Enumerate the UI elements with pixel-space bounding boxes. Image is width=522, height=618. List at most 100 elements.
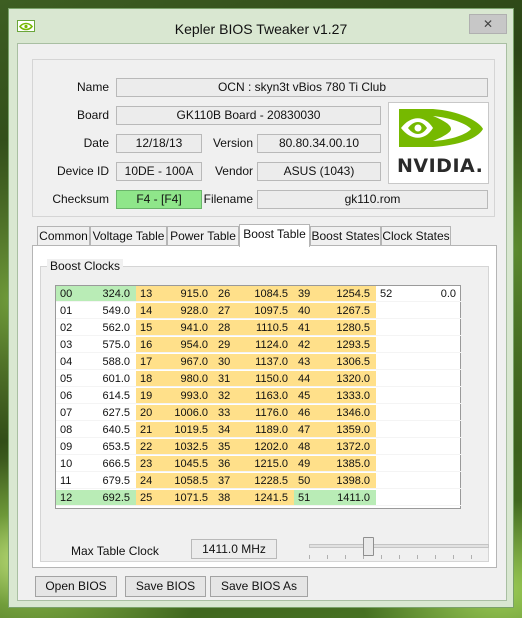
clock-cell[interactable]: 967.0: [162, 354, 214, 370]
clock-cell[interactable]: [406, 439, 462, 455]
clock-cell[interactable]: [406, 303, 462, 319]
clock-cell[interactable]: 562.0: [80, 320, 136, 336]
clock-cell[interactable]: 1411.0: [320, 490, 376, 506]
index-cell[interactable]: 19: [136, 388, 162, 404]
index-cell[interactable]: [376, 473, 406, 489]
clock-cell[interactable]: 1228.5: [240, 473, 294, 489]
clock-cell[interactable]: 1306.5: [320, 354, 376, 370]
index-cell[interactable]: [376, 354, 406, 370]
clock-cell[interactable]: 1359.0: [320, 422, 376, 438]
index-cell[interactable]: [376, 422, 406, 438]
clock-cell[interactable]: [406, 320, 462, 336]
clock-cell[interactable]: 1241.5: [240, 490, 294, 506]
index-cell[interactable]: 51: [294, 490, 320, 506]
clock-cell[interactable]: 1333.0: [320, 388, 376, 404]
clock-cell[interactable]: 1280.5: [320, 320, 376, 336]
clock-cell[interactable]: 692.5: [80, 490, 136, 506]
clock-cell[interactable]: 915.0: [162, 286, 214, 302]
clock-cell[interactable]: [406, 337, 462, 353]
index-cell[interactable]: 08: [56, 422, 80, 438]
clock-cell[interactable]: 1176.0: [240, 405, 294, 421]
index-cell[interactable]: 45: [294, 388, 320, 404]
clock-cell[interactable]: [406, 456, 462, 472]
tab-boost-states[interactable]: Boost States: [310, 226, 381, 246]
clock-cell[interactable]: [406, 388, 462, 404]
index-cell[interactable]: [376, 456, 406, 472]
index-cell[interactable]: 23: [136, 456, 162, 472]
clock-cell[interactable]: 627.5: [80, 405, 136, 421]
clock-cell[interactable]: 1293.5: [320, 337, 376, 353]
index-cell[interactable]: 18: [136, 371, 162, 387]
index-cell[interactable]: [376, 439, 406, 455]
index-cell[interactable]: 01: [56, 303, 80, 319]
index-cell[interactable]: 14: [136, 303, 162, 319]
name-field[interactable]: OCN : skyn3t vBios 780 Ti Club: [116, 78, 488, 97]
index-cell[interactable]: 35: [214, 439, 240, 455]
clock-cell[interactable]: 1398.0: [320, 473, 376, 489]
clock-cell[interactable]: 1150.0: [240, 371, 294, 387]
index-cell[interactable]: 39: [294, 286, 320, 302]
index-cell[interactable]: 38: [214, 490, 240, 506]
index-cell[interactable]: 05: [56, 371, 80, 387]
index-cell[interactable]: 17: [136, 354, 162, 370]
clock-cell[interactable]: 1254.5: [320, 286, 376, 302]
clock-cell[interactable]: 980.0: [162, 371, 214, 387]
clock-cell[interactable]: 1084.5: [240, 286, 294, 302]
index-cell[interactable]: 06: [56, 388, 80, 404]
clock-cell[interactable]: 954.0: [162, 337, 214, 353]
clock-cell[interactable]: 993.0: [162, 388, 214, 404]
index-cell[interactable]: 26: [214, 286, 240, 302]
clock-cell[interactable]: 1215.0: [240, 456, 294, 472]
boost-clocks-grid[interactable]: 00 324.0 13 915.0 26 1084.5 39 1254.5 52 0.0 01 549…: [55, 285, 462, 509]
clock-cell[interactable]: 1385.0: [320, 456, 376, 472]
index-cell[interactable]: 13: [136, 286, 162, 302]
clock-cell[interactable]: 1019.5: [162, 422, 214, 438]
index-cell[interactable]: 15: [136, 320, 162, 336]
index-cell[interactable]: 42: [294, 337, 320, 353]
save-bios-button[interactable]: Save BIOS: [125, 576, 206, 597]
vendor-field[interactable]: ASUS (1043): [257, 162, 381, 181]
index-cell[interactable]: 49: [294, 456, 320, 472]
clock-cell[interactable]: 588.0: [80, 354, 136, 370]
clock-cell[interactable]: [406, 371, 462, 387]
index-cell[interactable]: 33: [214, 405, 240, 421]
index-cell[interactable]: 11: [56, 473, 80, 489]
clock-cell[interactable]: 1267.5: [320, 303, 376, 319]
index-cell[interactable]: 00: [56, 286, 80, 302]
clock-cell[interactable]: 601.0: [80, 371, 136, 387]
index-cell[interactable]: [376, 337, 406, 353]
index-cell[interactable]: 43: [294, 354, 320, 370]
index-cell[interactable]: 10: [56, 456, 80, 472]
index-cell[interactable]: [376, 303, 406, 319]
clock-cell[interactable]: 640.5: [80, 422, 136, 438]
index-cell[interactable]: 29: [214, 337, 240, 353]
checksum-field[interactable]: F4 - [F4]: [116, 190, 202, 209]
index-cell[interactable]: 46: [294, 405, 320, 421]
clock-cell[interactable]: [406, 422, 462, 438]
index-cell[interactable]: 34: [214, 422, 240, 438]
clock-cell[interactable]: 1137.0: [240, 354, 294, 370]
title-bar[interactable]: Kepler BIOS Tweaker v1.27 ✕: [9, 9, 513, 43]
index-cell[interactable]: 20: [136, 405, 162, 421]
clock-cell[interactable]: 575.0: [80, 337, 136, 353]
clock-cell[interactable]: [406, 354, 462, 370]
index-cell[interactable]: 24: [136, 473, 162, 489]
tab-boost-table[interactable]: Boost Table: [239, 224, 310, 247]
tab-common[interactable]: Common: [37, 226, 90, 246]
index-cell[interactable]: 21: [136, 422, 162, 438]
index-cell[interactable]: 37: [214, 473, 240, 489]
index-cell[interactable]: 28: [214, 320, 240, 336]
clock-cell[interactable]: [406, 490, 462, 506]
clock-cell[interactable]: 549.0: [80, 303, 136, 319]
clock-cell[interactable]: 1058.5: [162, 473, 214, 489]
tab-voltage-table[interactable]: Voltage Table: [90, 226, 167, 246]
clock-cell[interactable]: 679.5: [80, 473, 136, 489]
index-cell[interactable]: 36: [214, 456, 240, 472]
index-cell[interactable]: 27: [214, 303, 240, 319]
index-cell[interactable]: 41: [294, 320, 320, 336]
clock-cell[interactable]: 1110.5: [240, 320, 294, 336]
index-cell[interactable]: [376, 388, 406, 404]
clock-cell[interactable]: 1045.5: [162, 456, 214, 472]
index-cell[interactable]: 25: [136, 490, 162, 506]
index-cell[interactable]: 32: [214, 388, 240, 404]
